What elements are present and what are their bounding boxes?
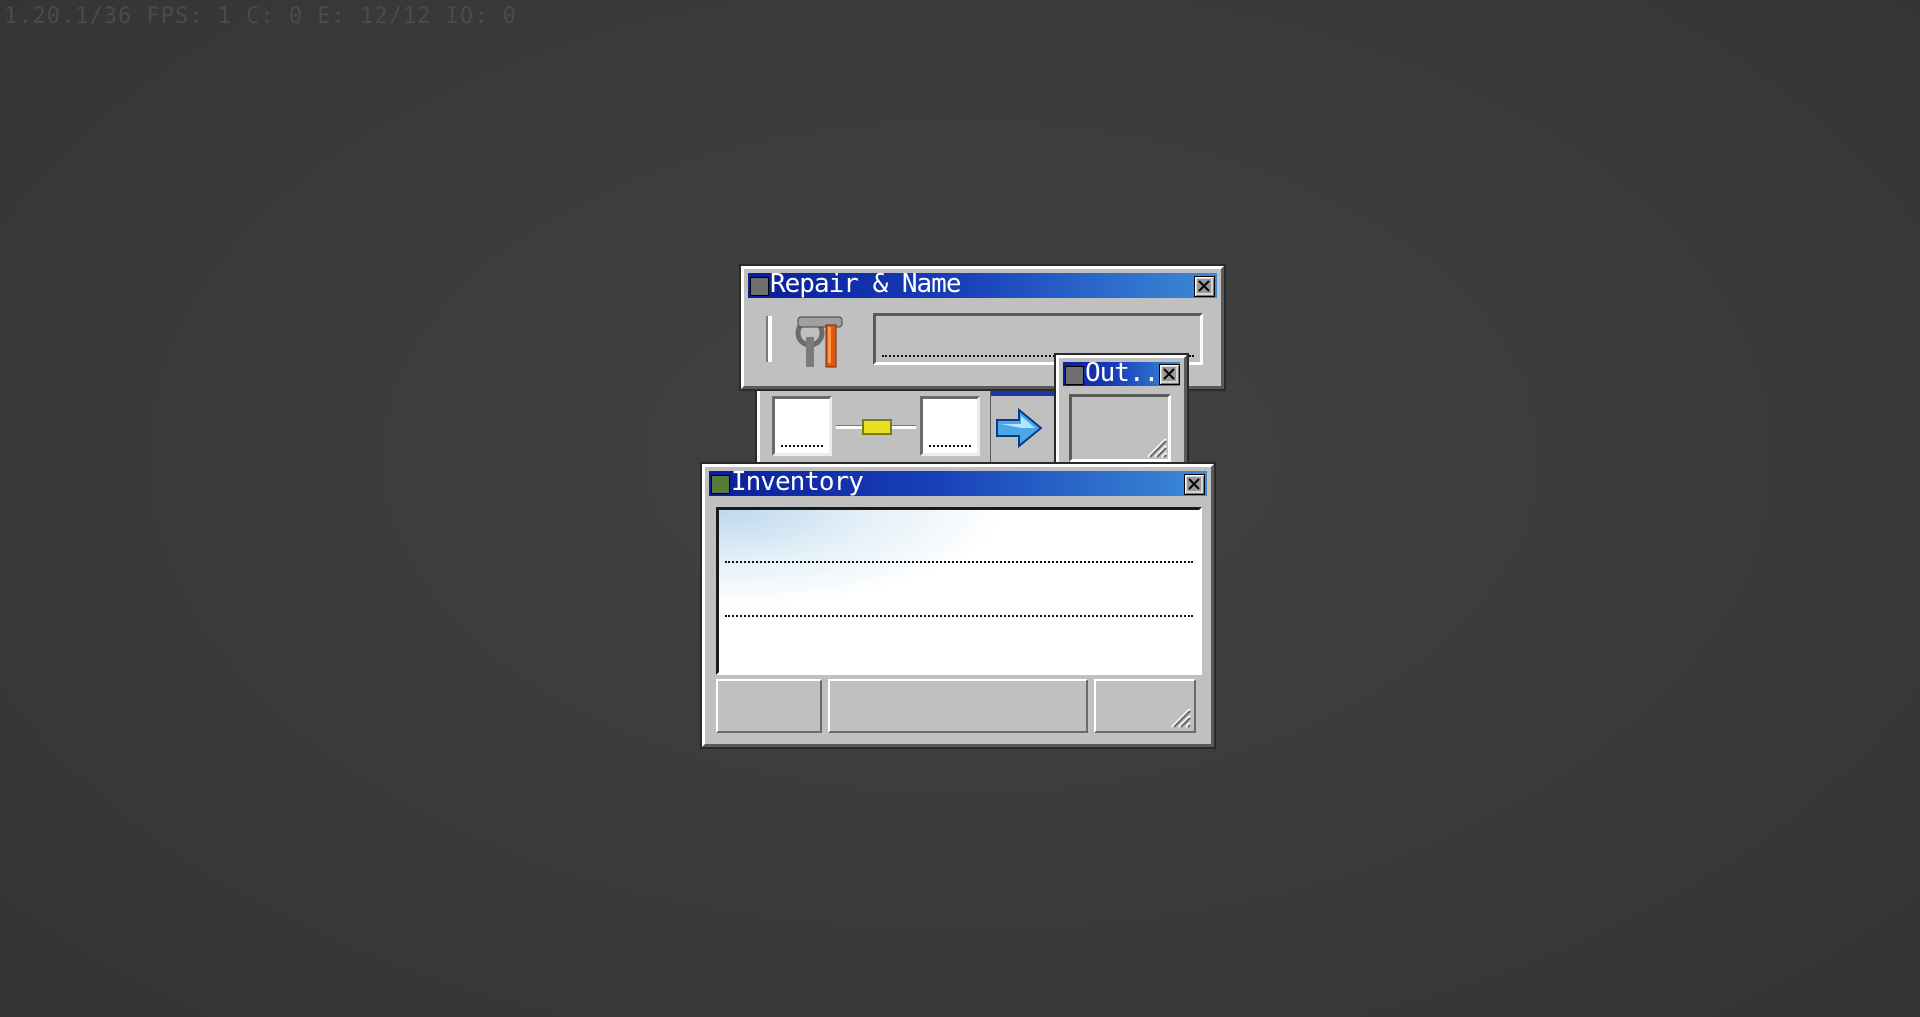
debug-overlay-text: 1.20.1/36 FPS: 1 C: 0 E: 12/12 IO: 0 bbox=[4, 4, 517, 29]
arrow-panel bbox=[991, 388, 1061, 462]
inventory-bottom-left-panel[interactable] bbox=[716, 679, 822, 733]
inventory-close-button[interactable] bbox=[1184, 474, 1205, 495]
inventory-row-divider bbox=[725, 615, 1193, 617]
output-window: Out... bbox=[1056, 355, 1187, 471]
repair-and-name-titlebar[interactable]: Repair & Name bbox=[748, 273, 1217, 298]
resize-grip-icon[interactable] bbox=[1166, 703, 1192, 729]
recipe-strip-panel bbox=[757, 383, 993, 469]
inventory-titlebar[interactable]: Inventory bbox=[709, 471, 1207, 496]
arrow-right-icon bbox=[996, 407, 1043, 449]
input-slot-left[interactable] bbox=[772, 396, 832, 456]
anvil-tools-icon bbox=[795, 316, 843, 368]
output-titlebar[interactable]: Out... bbox=[1063, 362, 1180, 386]
input-slot-right[interactable] bbox=[920, 396, 980, 456]
resize-grip-icon[interactable] bbox=[1142, 433, 1168, 459]
inventory-bottom-center-panel[interactable] bbox=[828, 679, 1088, 733]
output-window-icon bbox=[1065, 366, 1084, 385]
left-divider bbox=[766, 316, 772, 362]
inventory-window: Inventory bbox=[702, 464, 1214, 747]
inventory-grid[interactable] bbox=[716, 507, 1202, 675]
close-icon bbox=[1162, 367, 1176, 381]
output-slot[interactable] bbox=[1069, 394, 1171, 462]
connector-link-icon bbox=[862, 419, 892, 435]
close-icon bbox=[1187, 477, 1201, 491]
window-title: Repair & Name bbox=[770, 273, 961, 298]
window-icon bbox=[750, 277, 769, 296]
close-button[interactable] bbox=[1194, 276, 1215, 297]
inventory-title: Inventory bbox=[731, 471, 864, 496]
inventory-window-icon bbox=[711, 475, 730, 494]
output-close-button[interactable] bbox=[1159, 364, 1180, 385]
close-icon bbox=[1197, 279, 1211, 293]
inventory-row-divider bbox=[725, 561, 1193, 563]
inventory-bottom-right-panel[interactable] bbox=[1094, 679, 1196, 733]
